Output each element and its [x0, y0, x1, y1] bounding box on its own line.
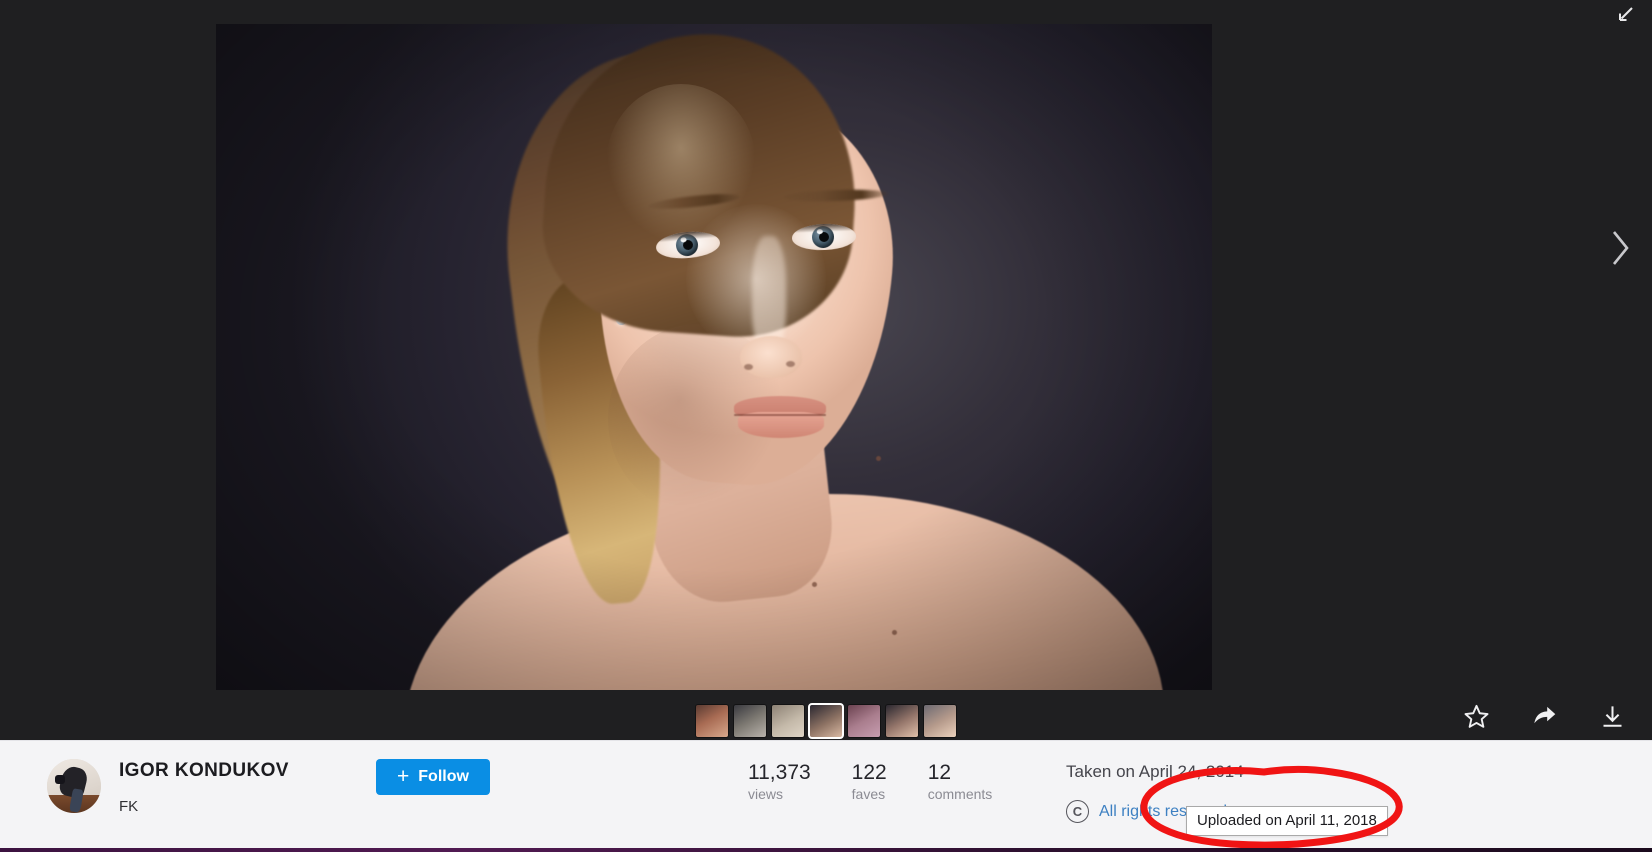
flickr-lightbox-page: IGOR KONDUKOV FK + Follow 11,373 views 1…: [0, 0, 1652, 852]
thumbnail-strip: [0, 700, 1652, 742]
star-icon[interactable]: [1460, 700, 1492, 732]
thumbnail-7[interactable]: [924, 705, 956, 737]
chevron-right-icon[interactable]: [1598, 218, 1642, 278]
main-photo[interactable]: [216, 24, 1212, 690]
photo-stats: 11,373 views 122 faves 12 comments: [748, 761, 992, 803]
thumbnail-4[interactable]: [808, 703, 844, 739]
thumbnail-6[interactable]: [886, 705, 918, 737]
comments-stat[interactable]: 12 comments: [928, 761, 993, 803]
thumbnail-1[interactable]: [696, 705, 728, 737]
browser-bottom-edge: [0, 848, 1652, 852]
faves-label: faves: [851, 785, 886, 802]
avatar[interactable]: [47, 759, 101, 813]
copyright-icon: C: [1066, 800, 1089, 824]
photo-vignette: [216, 24, 1212, 690]
taken-on-date[interactable]: Taken on April 24, 2014: [1066, 761, 1244, 782]
views-count: 11,373: [748, 761, 811, 784]
thumbnail-3[interactable]: [772, 705, 804, 737]
plus-icon: +: [397, 764, 410, 788]
views-label: views: [748, 785, 784, 802]
thumbnail-2[interactable]: [734, 705, 766, 737]
download-icon[interactable]: [1596, 700, 1628, 732]
follow-button[interactable]: + Follow: [376, 759, 490, 795]
thumbnail-5[interactable]: [848, 705, 880, 737]
share-arrow-icon[interactable]: [1528, 700, 1560, 732]
owner-text: IGOR KONDUKOV FK: [119, 759, 289, 815]
photo-info-bar: IGOR KONDUKOV FK + Follow 11,373 views 1…: [0, 740, 1652, 849]
faves-stat[interactable]: 122 faves: [852, 761, 887, 803]
owner-subtitle: FK: [119, 797, 139, 815]
arrow-down-left-icon[interactable]: [1612, 2, 1638, 28]
photo-stage: [0, 0, 1652, 740]
comments-label: comments: [927, 785, 993, 802]
uploaded-on-tooltip: Uploaded on April 11, 2018: [1186, 806, 1388, 836]
owner-block: IGOR KONDUKOV FK: [47, 759, 289, 815]
follow-button-label: Follow: [418, 768, 469, 785]
owner-name[interactable]: IGOR KONDUKOV: [119, 760, 289, 782]
comments-count: 12: [927, 761, 952, 784]
stage-action-bar: [1460, 700, 1628, 732]
faves-count: 122: [851, 761, 887, 784]
views-stat[interactable]: 11,373 views: [748, 761, 811, 803]
